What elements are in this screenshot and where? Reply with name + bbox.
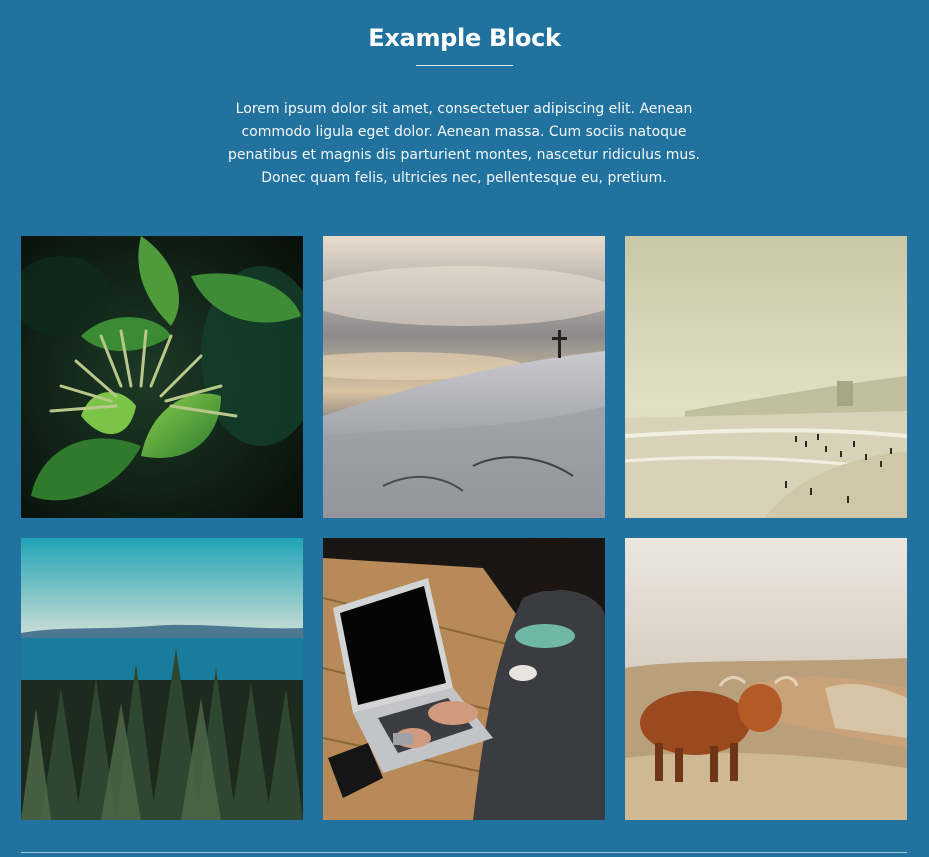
example-block: Example Block Lorem ipsum dolor sit amet…: [0, 0, 929, 857]
highland-cow-image: [625, 538, 907, 820]
bottom-divider: [21, 852, 907, 853]
gallery-image-forest-lake[interactable]: [21, 538, 303, 820]
gallery-image-beach[interactable]: [625, 236, 907, 518]
laptop-typing-image: [323, 538, 605, 820]
gallery-image-snowy-mountain[interactable]: [323, 236, 605, 518]
block-description: Lorem ipsum dolor sit amet, consectetuer…: [228, 101, 700, 186]
title-underline: [416, 65, 513, 66]
beach-crowd-image: [625, 236, 907, 518]
gallery-image-highland-cow[interactable]: [625, 538, 907, 820]
gallery-image-plant-leaves[interactable]: [21, 236, 303, 518]
forest-lake-image: [21, 538, 303, 820]
gallery-image-laptop-typing[interactable]: [323, 538, 605, 820]
snowy-mountain-cross-image: [323, 236, 605, 518]
plant-leaves-image: [21, 236, 303, 518]
image-gallery: [21, 236, 907, 820]
block-title: Example Block: [368, 24, 561, 52]
